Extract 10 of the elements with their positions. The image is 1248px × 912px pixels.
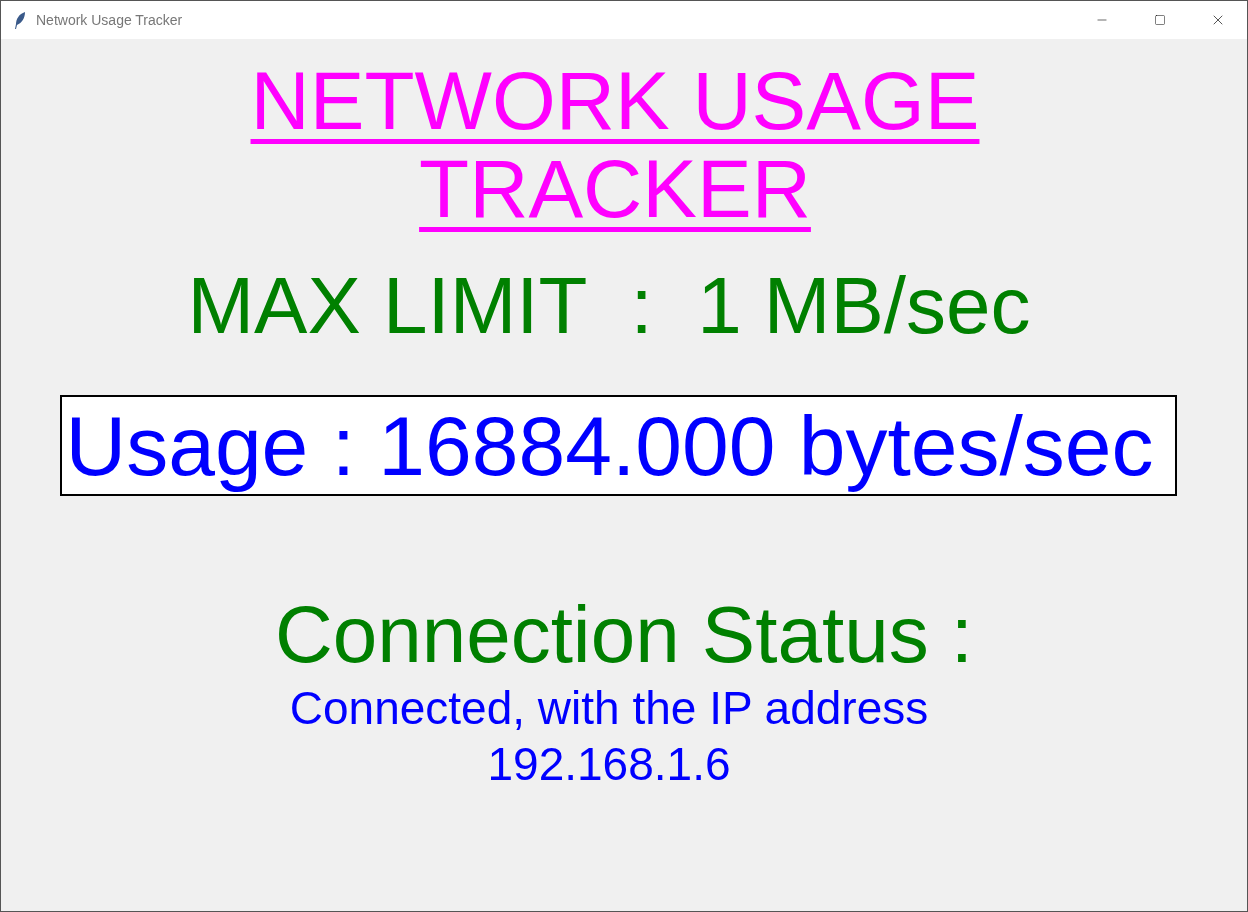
app-heading: NETWORK USAGE (250, 57, 980, 145)
feather-icon (14, 11, 26, 29)
max-limit-label: MAX LIMIT : 1 MB/sec (187, 261, 1031, 351)
usage-display: Usage : 16884.000 bytes/sec (59, 395, 1177, 496)
maximize-icon (1154, 14, 1166, 26)
connection-status-text: 192.168.1.6 (487, 737, 731, 792)
app-heading: TRACKER (419, 145, 811, 233)
connection-status-text: Connected, with the IP address (289, 681, 929, 736)
connection-status-label: Connection Status : (274, 590, 974, 680)
window-title: Network Usage Tracker (36, 10, 183, 30)
